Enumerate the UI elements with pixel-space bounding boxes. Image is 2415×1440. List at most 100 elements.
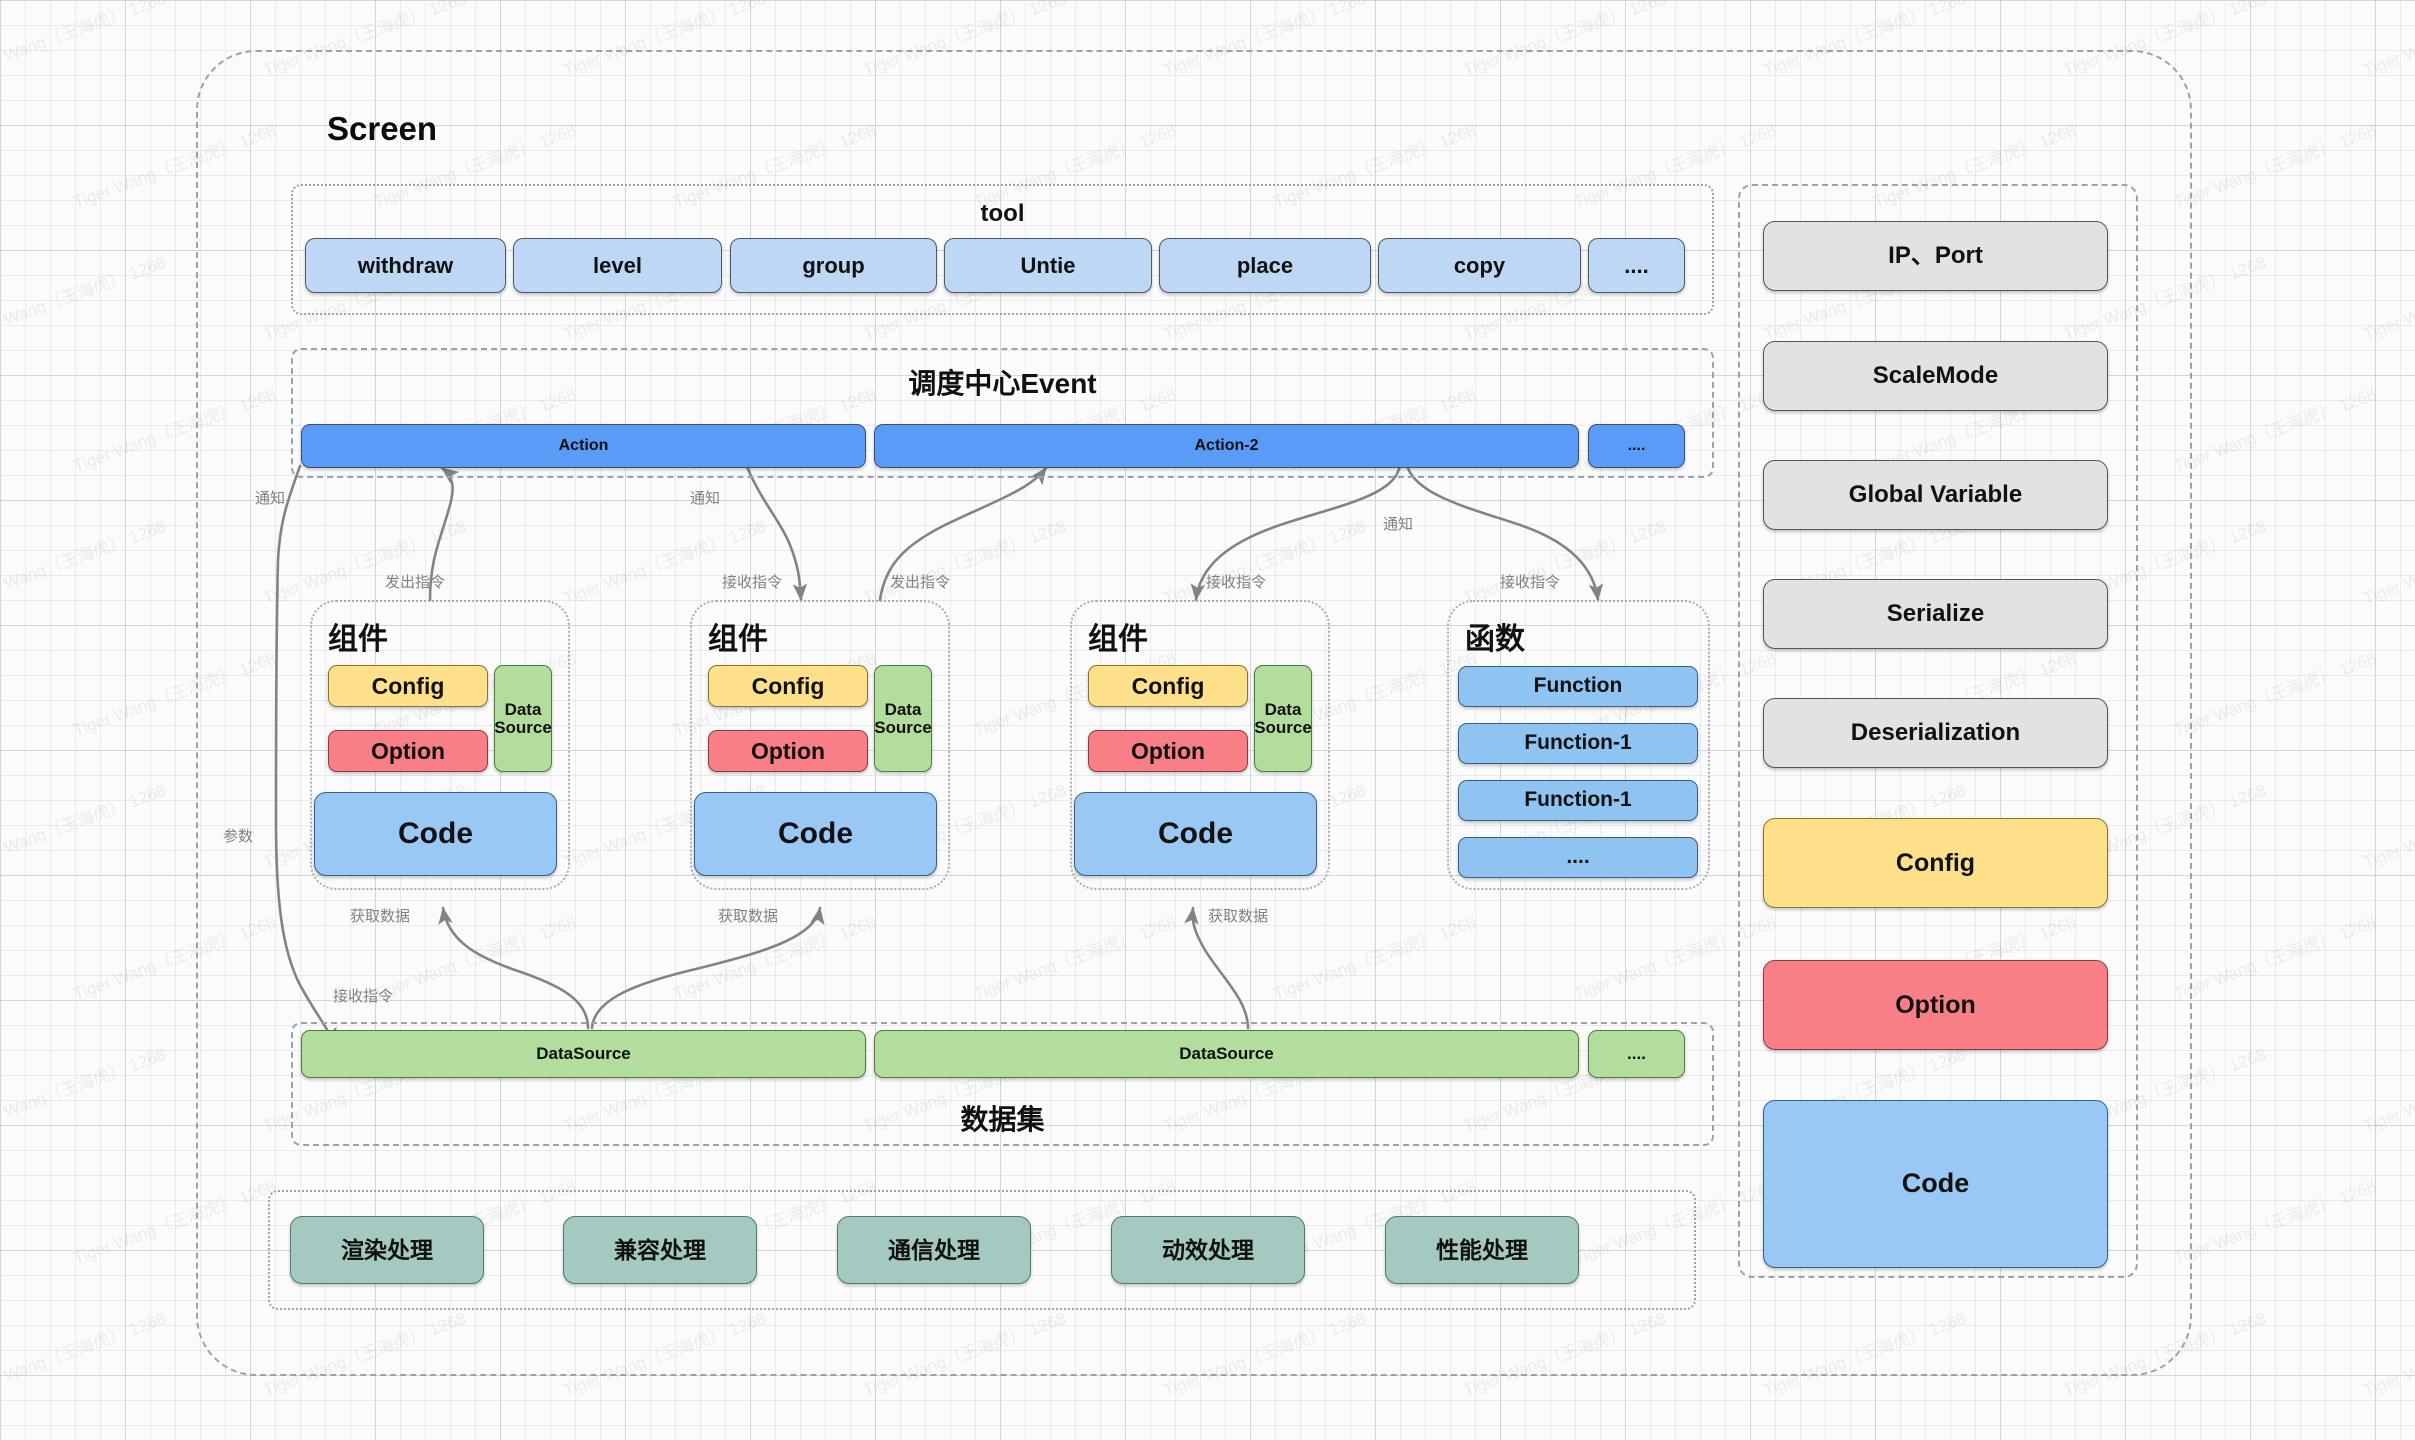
function-label: Function-1 [1524, 788, 1632, 812]
sidebar-item-label: IP、Port [1888, 242, 1983, 270]
processing-label: 通信处理 [888, 1236, 980, 1263]
tool-button-more[interactable]: .... [1588, 238, 1685, 293]
component-1-code[interactable]: Code [314, 792, 557, 876]
event-section-title: 调度中心Event [908, 368, 1097, 399]
edge-label-recv-2: 接收指令 [1206, 574, 1267, 591]
component-3-code[interactable]: Code [1074, 792, 1317, 876]
datasource-label: Data Source [1254, 699, 1312, 737]
function-label: .... [1566, 845, 1590, 869]
dataset-item-1[interactable]: DataSource [874, 1030, 1579, 1078]
event-action-1[interactable]: Action [301, 424, 866, 468]
tool-button-label: Untie [1020, 252, 1076, 278]
component-2-datasource[interactable]: Data Source [874, 665, 932, 772]
function-group-title: 函数 [1465, 623, 1525, 656]
config-label: Config [1131, 672, 1205, 699]
tool-button-label: .... [1624, 252, 1649, 278]
event-action-label: Action [558, 436, 609, 454]
function-label: Function [1533, 674, 1623, 698]
sidebar-item-code[interactable]: Code [1763, 1100, 2108, 1268]
function-item-0[interactable]: Function [1458, 666, 1698, 707]
tool-button-untie[interactable]: Untie [944, 238, 1152, 293]
code-label: Code [1158, 816, 1233, 850]
edge-label-param: 参数 [223, 828, 254, 845]
event-action-label: Action-2 [1194, 436, 1259, 454]
dataset-label: .... [1627, 1044, 1646, 1064]
tool-button-label: copy [1453, 252, 1506, 278]
sidebar-item-global-variable[interactable]: Global Variable [1763, 460, 2108, 530]
edge-label-fetch-1: 获取数据 [350, 908, 411, 925]
component-1-option[interactable]: Option [328, 730, 488, 772]
event-action-label: .... [1627, 436, 1646, 454]
processing-item-0[interactable]: 渲染处理 [290, 1216, 484, 1284]
component-3-datasource[interactable]: Data Source [1254, 665, 1312, 772]
tool-button-label: group [802, 252, 865, 278]
sidebar-item-label: Code [1901, 1168, 1970, 1199]
processing-item-3[interactable]: 动效处理 [1111, 1216, 1305, 1284]
dataset-item-0[interactable]: DataSource [301, 1030, 866, 1078]
sidebar-item-label: Deserialization [1850, 719, 2021, 747]
page-title: Screen [327, 110, 438, 147]
processing-label: 兼容处理 [614, 1236, 706, 1263]
datasource-label: Data Source [494, 699, 552, 737]
code-label: Code [398, 816, 473, 850]
component-1-datasource[interactable]: Data Source [494, 665, 552, 772]
sidebar-item-scalemode[interactable]: ScaleMode [1763, 341, 2108, 411]
option-label: Option [750, 737, 826, 764]
edge-label-recv-1: 接收指令 [722, 574, 783, 591]
dataset-label: DataSource [536, 1044, 631, 1064]
tool-button-label: place [1236, 252, 1294, 278]
processing-label: 性能处理 [1436, 1236, 1528, 1263]
edge-label-notify-1: 通知 [255, 490, 286, 507]
component-2-option[interactable]: Option [708, 730, 868, 772]
code-label: Code [778, 816, 853, 850]
component-1-title: 组件 [328, 623, 388, 656]
sidebar-item-label: Config [1895, 848, 1976, 877]
function-item-1[interactable]: Function-1 [1458, 723, 1698, 764]
event-action-2[interactable]: Action-2 [874, 424, 1579, 468]
processing-item-2[interactable]: 通信处理 [837, 1216, 1031, 1284]
tool-button-level[interactable]: level [513, 238, 722, 293]
tool-button-copy[interactable]: copy [1378, 238, 1581, 293]
component-3-option[interactable]: Option [1088, 730, 1248, 772]
sidebar-item-label: Option [1895, 990, 1976, 1019]
edge-label-fetch-3: 获取数据 [1208, 908, 1269, 925]
dataset-label: DataSource [1179, 1044, 1274, 1064]
component-2-title: 组件 [708, 623, 768, 656]
edge-label-emit-1: 发出指令 [385, 574, 446, 591]
sidebar-item-serialize[interactable]: Serialize [1763, 579, 2108, 649]
processing-label: 渲染处理 [341, 1236, 433, 1263]
config-label: Config [751, 672, 825, 699]
dataset-section-title: 数据集 [960, 1104, 1045, 1135]
tool-button-place[interactable]: place [1159, 238, 1371, 293]
processing-item-1[interactable]: 兼容处理 [563, 1216, 757, 1284]
function-label: Function-1 [1524, 731, 1632, 755]
dataset-item-more[interactable]: .... [1588, 1030, 1685, 1078]
processing-item-4[interactable]: 性能处理 [1385, 1216, 1579, 1284]
sidebar-item-label: Serialize [1886, 600, 1985, 628]
tool-button-withdraw[interactable]: withdraw [305, 238, 506, 293]
datasource-label: Data Source [874, 699, 932, 737]
edge-label-emit-2: 发出指令 [890, 574, 951, 591]
sidebar-item-label: ScaleMode [1872, 362, 1999, 390]
component-2-code[interactable]: Code [694, 792, 937, 876]
event-action-more[interactable]: .... [1588, 424, 1685, 468]
tool-button-group[interactable]: group [730, 238, 937, 293]
sidebar-item-deserialization[interactable]: Deserialization [1763, 698, 2108, 768]
tool-section-title: tool [980, 200, 1025, 227]
sidebar-item-ip-port[interactable]: IP、Port [1763, 221, 2108, 291]
tool-button-label: withdraw [357, 252, 454, 278]
config-label: Config [371, 672, 445, 699]
sidebar-item-config[interactable]: Config [1763, 818, 2108, 908]
component-1-config[interactable]: Config [328, 665, 488, 707]
component-3-title: 组件 [1088, 623, 1148, 656]
component-2-config[interactable]: Config [708, 665, 868, 707]
option-label: Option [1130, 737, 1206, 764]
function-item-2[interactable]: Function-1 [1458, 780, 1698, 821]
tool-button-label: level [593, 252, 642, 278]
option-label: Option [370, 737, 446, 764]
component-3-config[interactable]: Config [1088, 665, 1248, 707]
edge-label-notify-2: 通知 [690, 490, 721, 507]
function-item-3[interactable]: .... [1458, 837, 1698, 878]
sidebar-item-option[interactable]: Option [1763, 960, 2108, 1050]
edge-label-recv-ds: 接收指令 [333, 988, 394, 1005]
